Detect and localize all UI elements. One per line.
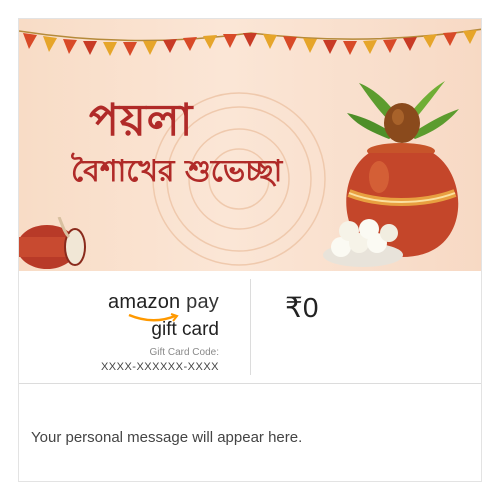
- festival-banner: পয়লা বৈশাখের শুভেচ্ছা: [19, 19, 481, 271]
- banner-title-line2: বৈশাখের শুভেচ্ছা: [71, 154, 283, 189]
- personal-message: Your personal message will appear here.: [31, 429, 303, 446]
- gift-card-amount: ₹0: [285, 292, 319, 323]
- bunting-decoration: [19, 28, 481, 56]
- kalash-pot-icon: [323, 81, 459, 267]
- dhak-drum-icon: [19, 217, 86, 269]
- amazon-pay-logo: amazon pay: [108, 291, 219, 314]
- gift-card-code: XXXX-XXXXXX-XXXX: [100, 361, 219, 373]
- vertical-divider: [250, 279, 251, 375]
- horizontal-divider: [19, 383, 481, 384]
- gift-card-type: gift card: [151, 319, 219, 340]
- brand-amazon: amazon: [108, 291, 181, 313]
- gift-card-info: amazon pay gift card Gift Card Code: XXX…: [19, 271, 481, 383]
- gift-card-details: amazon pay gift card Gift Card Code: XXX…: [19, 271, 249, 383]
- brand-pay: pay: [186, 291, 219, 313]
- gift-card-code-label: Gift Card Code:: [149, 347, 219, 358]
- gift-card: পয়লা বৈশাখের শুভেচ্ছা amazon pay gift c…: [18, 18, 482, 482]
